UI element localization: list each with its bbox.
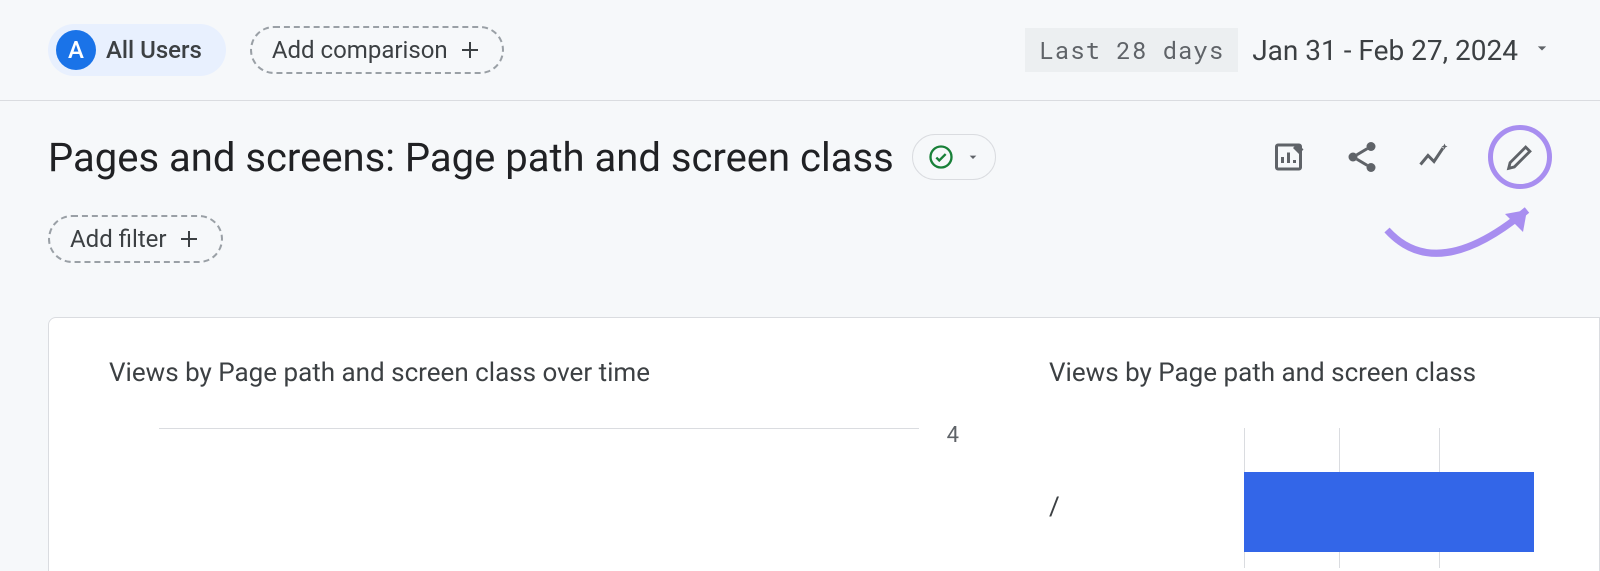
- share-button[interactable]: [1344, 139, 1380, 175]
- bar: [1244, 472, 1534, 552]
- edit-button[interactable]: [1503, 140, 1537, 174]
- y-tick-label: 4: [947, 423, 959, 448]
- segment-controls: A All Users Add comparison: [48, 24, 504, 76]
- insights-button[interactable]: [1416, 139, 1452, 175]
- check-circle-icon: [927, 143, 955, 171]
- report-toolbar: [1272, 125, 1552, 189]
- comparison-and-date-bar: A All Users Add comparison Last 28 days …: [0, 0, 1600, 101]
- chevron-down-icon: [965, 149, 981, 165]
- bar-chart-pencil-icon: [1272, 139, 1308, 175]
- chevron-down-icon: [1532, 35, 1552, 65]
- report-header: Pages and screens: Page path and screen …: [0, 101, 1600, 281]
- plus-icon: [458, 38, 482, 62]
- add-filter-label: Add filter: [70, 225, 167, 253]
- date-preset-badge: Last 28 days: [1025, 28, 1238, 72]
- segment-pill-all-users[interactable]: A All Users: [48, 24, 226, 76]
- chart-title-by-path: Views by Page path and screen class: [1049, 358, 1476, 388]
- bar-chart[interactable]: /: [1049, 428, 1549, 568]
- edit-button-highlight: [1488, 125, 1552, 189]
- add-filter-button[interactable]: Add filter: [48, 215, 223, 263]
- date-range-label: Jan 31 - Feb 27, 2024: [1252, 34, 1518, 67]
- sparkle-trend-icon: [1416, 139, 1452, 175]
- customize-report-button[interactable]: [1272, 139, 1308, 175]
- plus-icon: [177, 227, 201, 251]
- add-comparison-label: Add comparison: [272, 36, 448, 64]
- add-comparison-button[interactable]: Add comparison: [250, 26, 504, 74]
- data-quality-status-button[interactable]: [912, 134, 996, 180]
- chart-card: Views by Page path and screen class over…: [48, 317, 1600, 571]
- pencil-icon: [1503, 140, 1537, 174]
- line-chart[interactable]: 4: [159, 428, 919, 548]
- report-title: Pages and screens: Page path and screen …: [48, 134, 894, 181]
- segment-badge-icon: A: [56, 30, 96, 70]
- share-icon: [1344, 139, 1380, 175]
- date-range-picker[interactable]: Last 28 days Jan 31 - Feb 27, 2024: [1025, 28, 1552, 72]
- bar-category-label: /: [1049, 492, 1060, 522]
- segment-label: All Users: [106, 36, 202, 64]
